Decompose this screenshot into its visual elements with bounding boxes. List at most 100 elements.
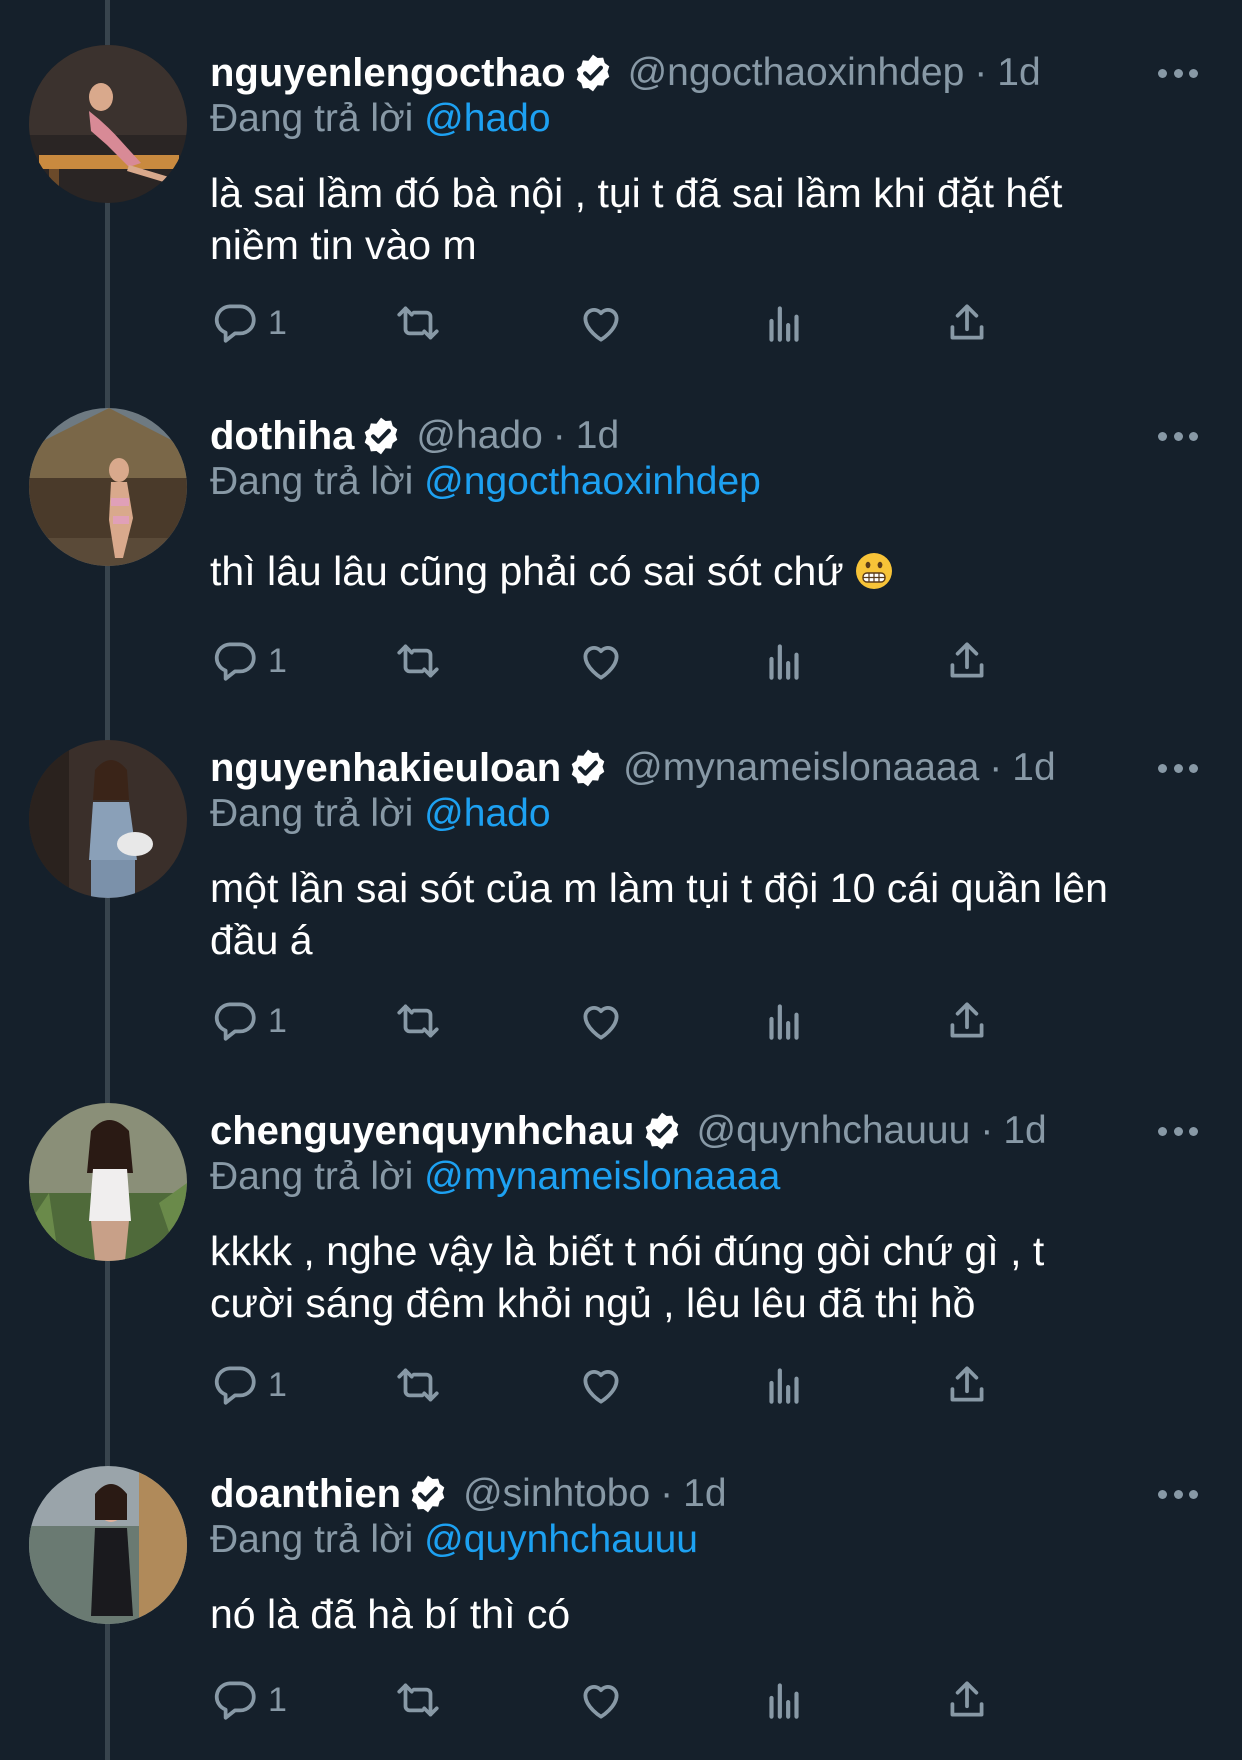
reply-icon — [214, 304, 256, 343]
retweet-icon — [397, 1683, 439, 1717]
reply-count: 1 — [268, 1365, 287, 1404]
analytics-button[interactable] — [759, 633, 809, 689]
verified-icon — [365, 417, 398, 455]
like-button[interactable] — [576, 993, 626, 1049]
retweet-button[interactable] — [393, 993, 443, 1049]
more-icon[interactable] — [1158, 1474, 1198, 1514]
mention-link[interactable]: @hado — [424, 792, 550, 835]
display-name[interactable]: nguyenhakieuloan — [210, 746, 561, 791]
reply-prefix: Đang trả lời — [210, 460, 414, 503]
reply-button[interactable]: 1 — [210, 1672, 287, 1728]
share-button[interactable] — [942, 295, 992, 351]
replying-to: Đang trả lời @ngocthaoxinhdep — [210, 460, 761, 504]
analytics-button[interactable] — [759, 1357, 809, 1413]
handle[interactable]: @sinhtobo — [463, 1472, 650, 1516]
reply-icon — [214, 1681, 256, 1720]
tweet-text: là sai lầm đó bà nội , tụi t đã sai lầm … — [210, 167, 1210, 271]
reply-icon — [214, 1002, 256, 1041]
handle[interactable]: @mynameislonaaaa — [623, 746, 979, 790]
more-icon[interactable] — [1158, 53, 1198, 93]
more-icon[interactable] — [1158, 416, 1198, 456]
avatar[interactable] — [29, 45, 187, 203]
retweet-button[interactable] — [393, 1357, 443, 1413]
share-icon — [950, 304, 984, 340]
reply-button[interactable]: 1 — [210, 1357, 287, 1413]
share-button[interactable] — [942, 1357, 992, 1413]
mention-link[interactable]: @quynhchauuu — [424, 1518, 698, 1561]
analytics-button[interactable] — [759, 295, 809, 351]
share-button[interactable] — [942, 993, 992, 1049]
handle[interactable]: @ngocthaoxinhdep — [628, 51, 965, 95]
avatar[interactable] — [29, 1103, 187, 1261]
avatar-image — [29, 408, 187, 566]
like-button[interactable] — [576, 1672, 626, 1728]
replying-to: Đang trả lời @hado — [210, 97, 551, 141]
like-button[interactable] — [576, 633, 626, 689]
more-icon[interactable] — [1158, 1111, 1198, 1151]
reply-button[interactable]: 1 — [210, 633, 287, 689]
separator: · — [974, 51, 988, 94]
retweet-icon — [397, 1004, 439, 1038]
share-icon — [950, 642, 984, 678]
action-bar — [210, 563, 1110, 619]
tweet-text: kkkk , nghe vậy là biết t nói đúng gòi c… — [210, 1225, 1210, 1329]
avatar[interactable] — [29, 1466, 187, 1624]
tweet-text-line: đầu á — [210, 917, 313, 963]
mention-link[interactable]: @mynameislonaaaa — [424, 1155, 780, 1198]
share-button[interactable] — [942, 633, 992, 689]
like-button[interactable] — [576, 1357, 626, 1413]
separator: · — [980, 1109, 994, 1152]
mention-link[interactable]: @ngocthaoxinhdep — [424, 460, 761, 503]
retweet-icon — [397, 1368, 439, 1402]
action-bar: 1 — [210, 1672, 1110, 1728]
tweet-text-line: là sai lầm đó bà nội , tụi t đã sai lầm … — [210, 170, 1063, 216]
retweet-icon — [397, 306, 439, 340]
tweet-text-line: kkkk , nghe vậy là biết t nói đúng gòi c… — [210, 1228, 1045, 1274]
heart-icon — [583, 1370, 619, 1404]
retweet-button[interactable] — [393, 295, 443, 351]
verified-icon — [571, 749, 605, 787]
reply-prefix: Đang trả lời — [210, 1518, 414, 1561]
share-button[interactable] — [942, 1672, 992, 1728]
tweet-text-line: niềm tin vào m — [210, 222, 477, 268]
timestamp[interactable]: 1d — [1012, 746, 1055, 790]
replying-to: Đang trả lời @hado — [210, 792, 551, 836]
display-name[interactable]: dothiha — [210, 414, 354, 459]
avatar[interactable] — [29, 740, 187, 898]
display-name[interactable]: chenguyenquynhchau — [210, 1109, 635, 1154]
timestamp[interactable]: 1d — [997, 51, 1040, 95]
mention-link[interactable]: @hado — [424, 97, 550, 140]
analytics-button[interactable] — [759, 993, 809, 1049]
display-name[interactable]: nguyenlengocthao — [210, 51, 566, 96]
handle[interactable]: @hado — [416, 414, 542, 458]
more-icon[interactable] — [1158, 748, 1198, 788]
verified-icon — [576, 54, 609, 92]
reply-count: 1 — [268, 1001, 287, 1040]
separator: · — [660, 1472, 674, 1515]
timestamp[interactable]: 1d — [576, 414, 619, 458]
handle[interactable]: @quynhchauuu — [697, 1109, 971, 1153]
separator: · — [552, 414, 566, 457]
reply-prefix: Đang trả lời — [210, 1155, 414, 1198]
timestamp[interactable]: 1d — [1003, 1109, 1046, 1153]
analytics-icon — [769, 644, 799, 680]
reply-button[interactable]: 1 — [210, 993, 287, 1049]
retweet-button[interactable] — [393, 633, 443, 689]
separator: · — [989, 746, 1003, 789]
analytics-icon — [769, 1004, 799, 1040]
reply-count: 1 — [268, 303, 287, 342]
reply-icon — [214, 1366, 256, 1405]
action-bar: 1 — [210, 633, 1110, 689]
action-bar: 1 — [210, 1357, 1110, 1413]
heart-icon — [583, 646, 619, 680]
action-bar: 1 — [210, 295, 1110, 351]
tweet-text-line: cười sáng đêm khỏi ngủ , lêu lêu đã thị … — [210, 1280, 976, 1326]
timestamp[interactable]: 1d — [683, 1472, 726, 1516]
like-button[interactable] — [576, 295, 626, 351]
avatar[interactable] — [29, 408, 187, 566]
reply-button[interactable]: 1 — [210, 295, 287, 351]
retweet-button[interactable] — [393, 1672, 443, 1728]
analytics-button[interactable] — [759, 1672, 809, 1728]
analytics-icon — [769, 306, 799, 342]
display-name[interactable]: doanthien — [210, 1472, 401, 1517]
